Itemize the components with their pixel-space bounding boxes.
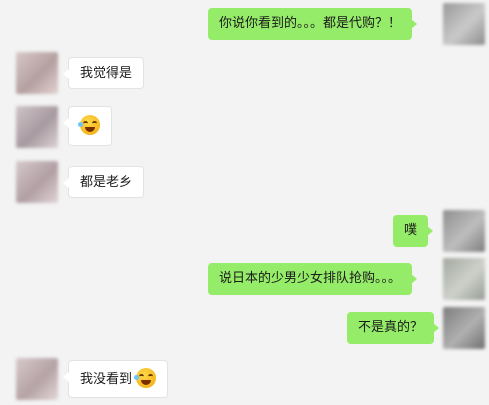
avatar-contact[interactable] xyxy=(16,161,58,203)
message-row-8: 我没看到 xyxy=(0,358,489,400)
message-row-2: 我觉得是 xyxy=(0,52,489,94)
message-text: 噗 xyxy=(404,223,418,238)
message-text: 说日本的少男少女排队抢购。。。 xyxy=(219,271,402,286)
avatar-contact[interactable] xyxy=(16,52,58,94)
avatar-contact[interactable] xyxy=(16,358,58,400)
message-row-6: 说日本的少男少女排队抢购。。。 xyxy=(0,258,489,300)
laughing-tears-emoji-icon xyxy=(134,368,157,388)
chat-window: 你说你看到的。。。都是代购？！ 我觉得是 都是老乡 噗 说日本的少男少女排队抢购… xyxy=(0,0,489,405)
avatar-self[interactable] xyxy=(443,3,485,45)
message-bubble-sent[interactable]: 噗 xyxy=(393,215,434,247)
message-row-4: 都是老乡 xyxy=(0,161,489,203)
message-text: 都是老乡 xyxy=(80,175,133,190)
avatar-self[interactable] xyxy=(443,307,485,349)
message-row-1: 你说你看到的。。。都是代购？！ xyxy=(0,3,489,45)
message-bubble-sent[interactable]: 你说你看到的。。。都是代购？！ xyxy=(208,8,418,40)
message-text: 我觉得是 xyxy=(80,66,133,81)
avatar-self[interactable] xyxy=(443,210,485,252)
laughing-tears-emoji-icon xyxy=(78,115,100,135)
avatar-contact[interactable] xyxy=(16,106,58,148)
message-text: 我没看到 xyxy=(80,372,133,387)
message-bubble-sent[interactable]: 不是真的？ xyxy=(347,312,440,344)
avatar-self[interactable] xyxy=(443,258,485,300)
message-text: 你说你看到的。。。都是代购？！ xyxy=(219,16,402,31)
message-bubble-received[interactable] xyxy=(63,106,112,146)
message-row-7: 不是真的？ xyxy=(0,307,489,349)
message-row-5: 噗 xyxy=(0,210,489,252)
message-bubble-received[interactable]: 我觉得是 xyxy=(62,57,145,89)
message-text: 不是真的？ xyxy=(358,320,424,335)
message-bubble-sent[interactable]: 说日本的少男少女排队抢购。。。 xyxy=(208,263,418,295)
message-row-3 xyxy=(0,106,489,150)
message-bubble-received[interactable]: 都是老乡 xyxy=(62,166,145,198)
message-bubble-received[interactable]: 我没看到 xyxy=(62,360,169,398)
